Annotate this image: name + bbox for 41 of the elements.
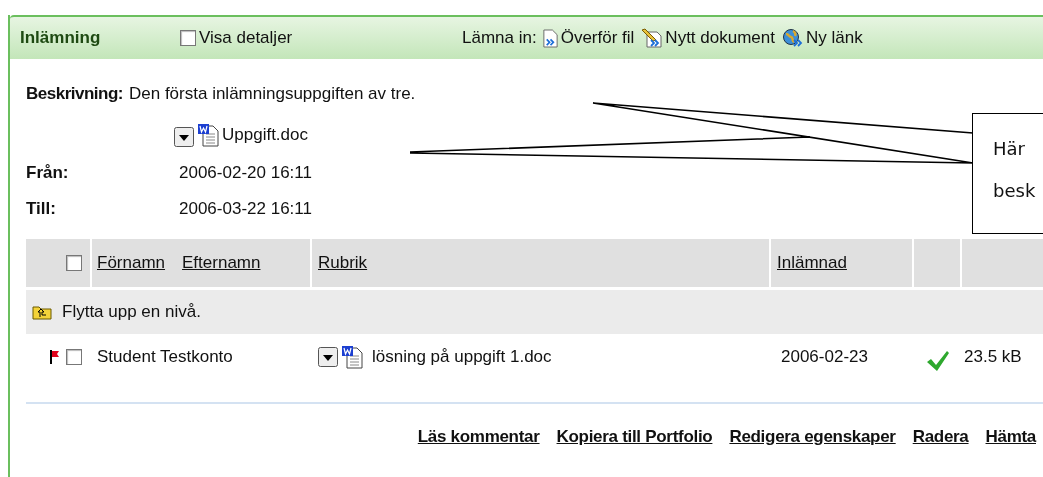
checkbox-label[interactable]: Visa detaljer (199, 25, 293, 51)
pencil-page-icon (641, 28, 664, 48)
attachment-link[interactable]: Uppgift.doc (222, 121, 308, 147)
column-header[interactable]: Efternamn (182, 250, 261, 276)
column-header[interactable]: Förnamn (97, 250, 166, 276)
file-size: 23.5 kB (963, 346, 1022, 369)
submitted-date: 2006-02-23 (780, 346, 869, 369)
field-label: Till: (26, 198, 57, 221)
file-arrow-icon (541, 28, 559, 48)
submit-link[interactable]: Överför fil (560, 25, 635, 51)
column-header[interactable]: Inlämnad (777, 250, 847, 276)
word-document-icon (341, 345, 363, 369)
action-link[interactable]: Redigera egenskaper (729, 424, 896, 450)
row-checkbox[interactable] (66, 349, 82, 365)
action-link[interactable]: Hämta (985, 424, 1036, 450)
student-name: Student Testkonto (96, 346, 234, 369)
submit-link[interactable]: Ny länk (805, 25, 863, 51)
date-value: 2006-02-20 16:11 (179, 162, 312, 185)
checkbox[interactable] (180, 30, 196, 46)
file-link[interactable]: lösning på uppgift 1.doc (372, 344, 552, 370)
submit-link[interactable]: Nytt dokument (665, 25, 775, 51)
globe-icon (781, 28, 804, 48)
word-document-icon (197, 123, 219, 147)
select-all-checkbox[interactable] (66, 255, 82, 271)
callout-text: Här (993, 137, 1026, 161)
folder-label[interactable]: Flytta upp en nivå. (62, 299, 201, 325)
date-value: 2006-03-22 16:11 (179, 198, 312, 221)
field-label: Från: (26, 162, 70, 185)
description-text: Den första inlämningsuppgiften av tre. (129, 83, 416, 105)
action-link[interactable]: Kopiera till Portfolio (556, 424, 713, 450)
submit-label: Lämna in: (462, 27, 537, 50)
dropdown-icon[interactable] (318, 347, 338, 367)
section-title: Inlämning (20, 27, 102, 50)
column-header[interactable]: Rubrik (318, 250, 368, 276)
folder-up-icon (32, 304, 52, 320)
folder-row[interactable]: Flytta upp en nivå. (26, 290, 1043, 334)
action-link[interactable]: Radera (912, 424, 969, 450)
field-label: Beskrivning: (26, 83, 123, 105)
callout-text: besk (993, 179, 1037, 203)
dropdown-icon[interactable] (174, 127, 194, 147)
action-link[interactable]: Läs kommentar (417, 424, 540, 450)
